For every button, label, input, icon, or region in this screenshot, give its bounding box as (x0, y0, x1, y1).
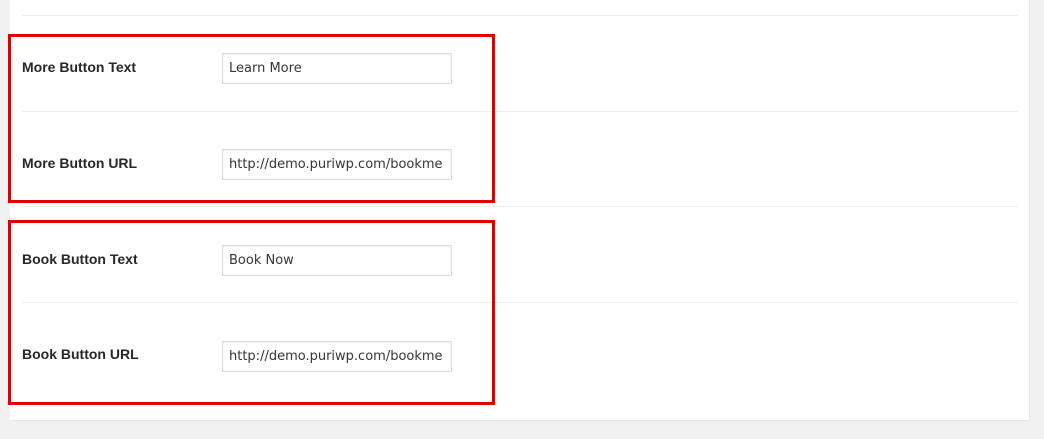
book-button-text-input[interactable] (222, 245, 452, 276)
more-button-text-label: More Button Text (22, 59, 137, 75)
row-divider (22, 111, 1018, 112)
more-button-url-input[interactable] (222, 149, 452, 180)
row-divider (22, 206, 1018, 207)
book-button-text-label: Book Button Text (22, 251, 138, 267)
more-button-url-label: More Button URL (22, 155, 138, 171)
row-divider (22, 302, 1018, 303)
book-button-url-input[interactable] (222, 341, 452, 372)
more-button-text-input[interactable] (222, 53, 452, 84)
row-divider (22, 15, 1018, 16)
settings-panel (10, 0, 1030, 421)
book-button-url-label: Book Button URL (22, 346, 139, 362)
